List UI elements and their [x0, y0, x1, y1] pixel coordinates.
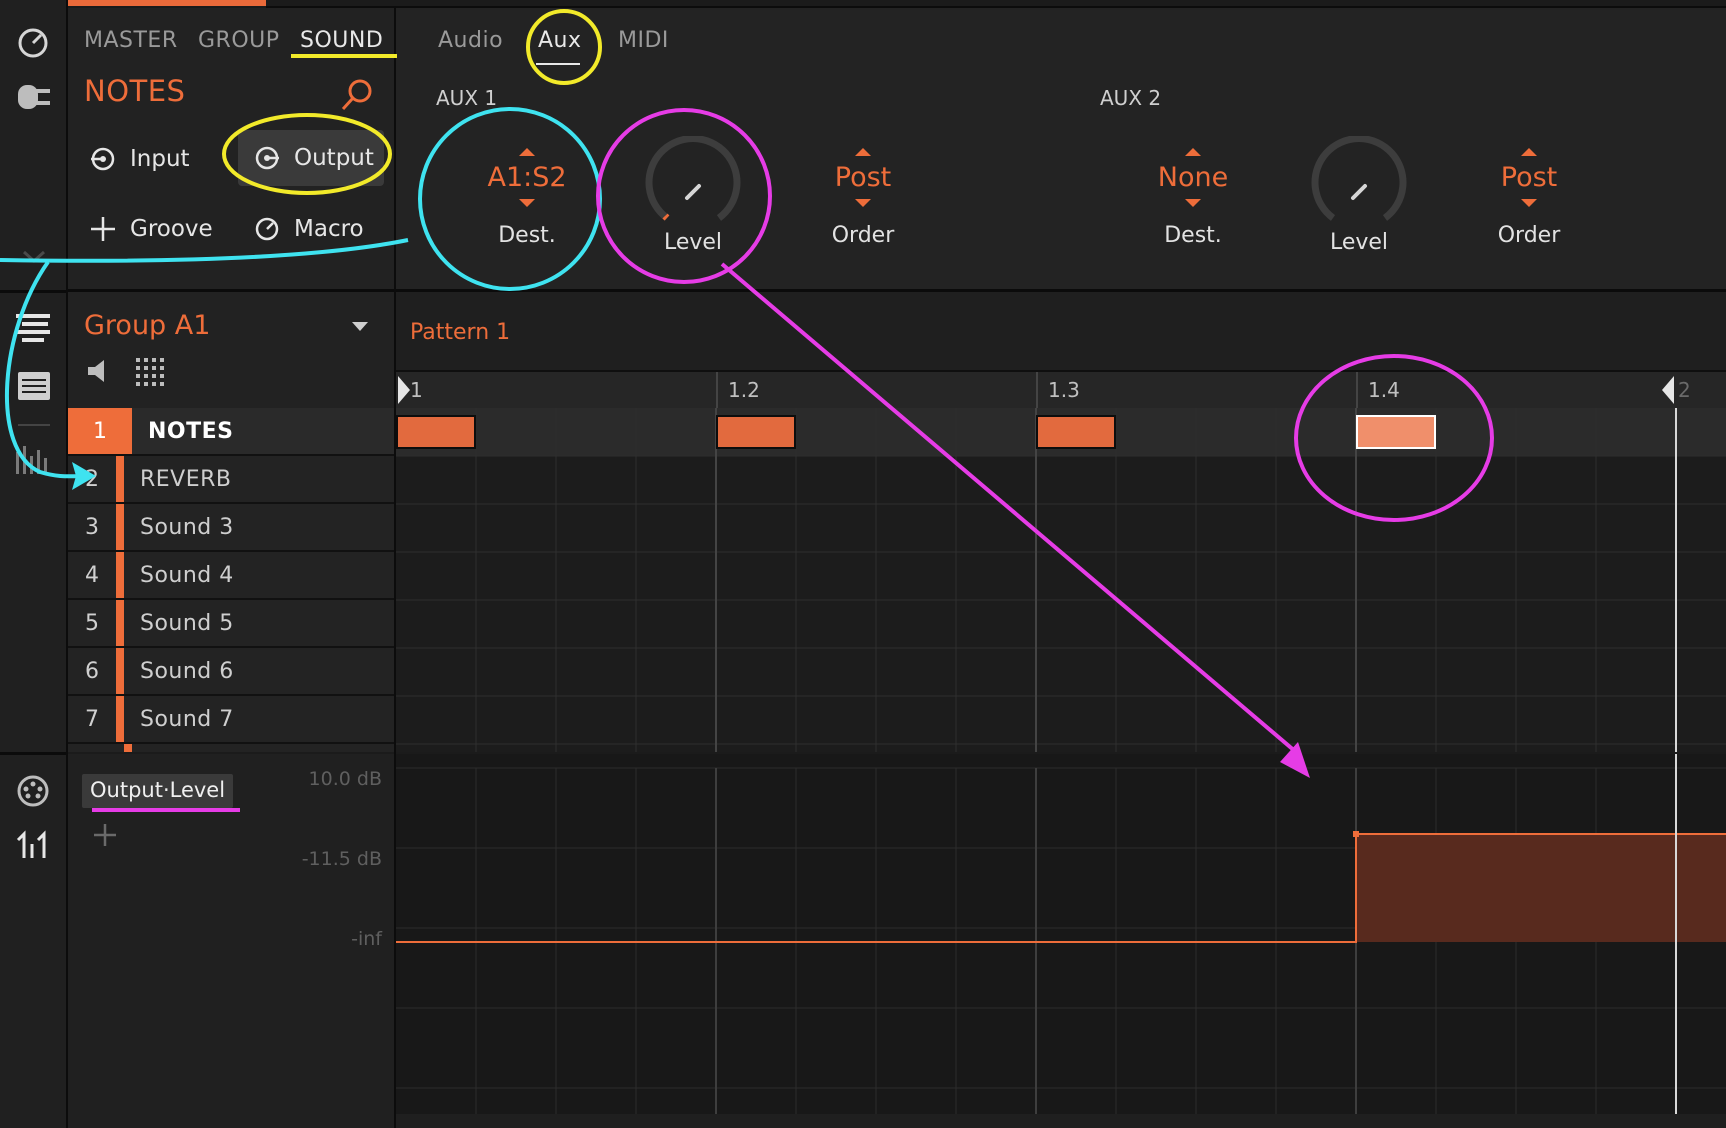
annotation-magenta-arrowhead — [1280, 742, 1310, 778]
annotation-magenta-arrow-line — [720, 262, 1298, 754]
annotation-magenta-circle-level — [596, 108, 772, 284]
annotation-overlay — [0, 9, 1494, 812]
maschine-window: MASTER GROUP SOUND NOTES Input Output Gr… — [0, 0, 1726, 1128]
annotation-cyan-arrow-path — [4, 260, 93, 479]
annotation-cyan-connector — [0, 238, 409, 263]
annotation-magenta-circle-note — [1294, 354, 1494, 522]
annotation-yellow-circle-aux — [526, 9, 602, 85]
annotation-cyan-circle-dest — [418, 107, 602, 291]
annotation-yellow-ellipse-output — [222, 113, 392, 195]
